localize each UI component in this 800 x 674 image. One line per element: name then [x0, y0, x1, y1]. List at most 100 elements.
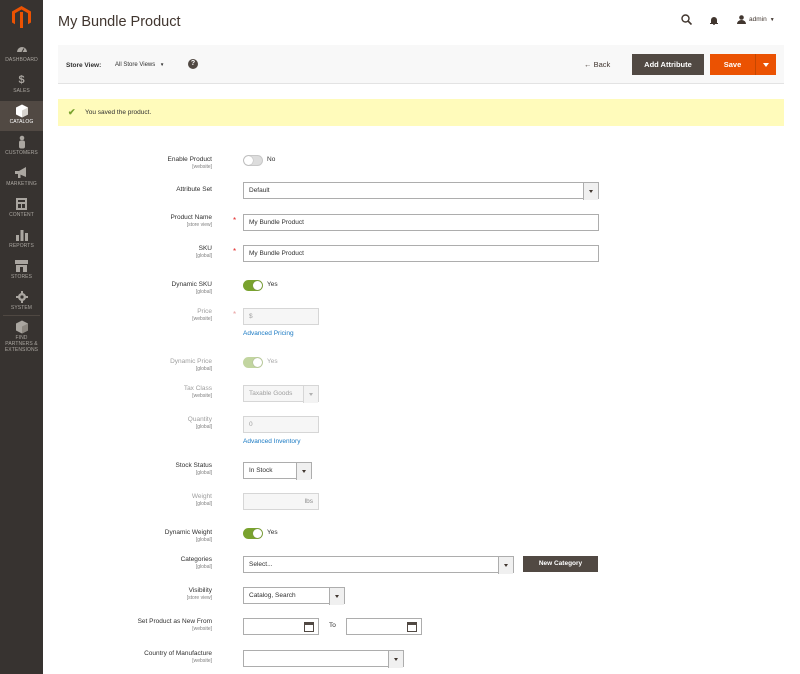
nav-customers[interactable]: CUSTOMERS — [0, 135, 43, 165]
nav-find-partners[interactable]: FIND PARTNERS & EXTENSIONS — [0, 320, 43, 353]
toggle-switch[interactable] — [243, 528, 263, 539]
chevron-down-icon — [296, 463, 311, 480]
nav-content[interactable]: CONTENT — [0, 197, 43, 227]
nav-dashboard[interactable]: DASHBOARD — [0, 42, 43, 72]
nav-reports[interactable]: REPORTS — [0, 228, 43, 258]
back-button[interactable]: ← Back — [584, 60, 610, 69]
admin-user-menu[interactable]: admin ▼ — [737, 15, 775, 24]
nav-label: CUSTOMERS — [5, 150, 38, 156]
help-icon[interactable]: ? — [188, 59, 198, 69]
nav-label: MARKETING — [6, 181, 37, 187]
nav-catalog[interactable]: CATALOG — [0, 101, 43, 131]
field-label: Country of Manufacture [website] — [144, 650, 212, 664]
nav-divider — [3, 315, 40, 316]
layout-icon — [16, 198, 27, 210]
price-input[interactable]: $ — [243, 308, 319, 325]
advanced-pricing-link[interactable]: Advanced Pricing — [243, 330, 294, 337]
toggle-switch[interactable] — [243, 280, 263, 291]
tax-class-select[interactable]: Taxable Goods — [243, 385, 319, 403]
dollar-icon: $ — [18, 74, 25, 86]
nav-label: SALES — [13, 88, 30, 94]
store-view-label: Store View: — [66, 62, 102, 69]
calendar-icon[interactable] — [304, 622, 314, 632]
box-icon — [15, 104, 28, 118]
visibility-select[interactable]: Catalog, Search — [243, 587, 345, 605]
categories-value: Select... — [249, 561, 273, 568]
field-label: Price [website] — [192, 308, 212, 322]
to-label: To — [329, 622, 336, 629]
toggle-value: Yes — [267, 529, 278, 536]
save-button[interactable]: Save — [710, 54, 755, 75]
product-name-input[interactable]: My Bundle Product — [243, 214, 599, 231]
bar-chart-icon — [15, 230, 28, 241]
attribute-set-select[interactable]: Default — [243, 182, 599, 200]
country-select[interactable] — [243, 650, 404, 668]
weight-unit: lbs — [304, 498, 313, 505]
user-icon — [737, 15, 746, 24]
field-label: Set Product as New From [website] — [137, 618, 212, 632]
cube-icon — [15, 320, 28, 334]
store-view-switcher[interactable]: All Store Views ▼ — [115, 62, 164, 68]
checkmark-icon: ✔ — [68, 107, 76, 117]
field-label: SKU [global] — [195, 245, 212, 259]
field-label: Quantity [global] — [187, 416, 212, 430]
search-icon[interactable] — [681, 14, 692, 25]
field-label: Dynamic Price [global] — [170, 358, 212, 372]
new-category-button[interactable]: New Category — [523, 556, 598, 572]
nav-label: DASHBOARD — [5, 57, 38, 63]
field-label: Attribute Set — [176, 186, 212, 193]
tax-class-value: Taxable Goods — [249, 390, 293, 397]
sku-input[interactable]: My Bundle Product — [243, 245, 599, 262]
nav-sales[interactable]: $ SALES — [0, 73, 43, 103]
page-title: My Bundle Product — [58, 14, 181, 30]
chevron-down-icon — [388, 651, 403, 668]
add-attribute-button[interactable]: Add Attribute — [632, 54, 704, 75]
gear-icon — [15, 291, 28, 303]
new-to-date-input[interactable] — [346, 618, 422, 635]
admin-sidebar: DASHBOARD $ SALES CATALOG CUSTOMERS MARK… — [0, 0, 43, 674]
store-view-value: All Store Views — [115, 62, 156, 68]
toggle-switch[interactable] — [243, 155, 263, 166]
chevron-down-icon — [498, 557, 513, 574]
stock-status-select[interactable]: In Stock — [243, 462, 312, 480]
back-label: Back — [593, 60, 611, 69]
success-message-text: You saved the product. — [85, 109, 152, 116]
attribute-set-value: Default — [249, 187, 270, 194]
advanced-inventory-link[interactable]: Advanced Inventory — [243, 438, 300, 445]
nav-marketing[interactable]: MARKETING — [0, 166, 43, 196]
toggle-switch[interactable] — [243, 357, 263, 368]
field-label: Visibility [store view] — [186, 587, 212, 601]
calendar-icon[interactable] — [407, 622, 417, 632]
nav-label: CONTENT — [9, 212, 34, 218]
field-label: Categories [global] — [180, 556, 212, 570]
chevron-down-icon — [583, 183, 598, 200]
chevron-down-icon: ▼ — [159, 62, 165, 67]
chevron-down-icon: ▼ — [769, 16, 775, 23]
required-asterisk: * — [233, 247, 237, 256]
new-from-date-input[interactable] — [243, 618, 319, 635]
field-label: Enable Product [website] — [167, 156, 212, 170]
required-asterisk: * — [233, 310, 237, 319]
field-label: Tax Class [website] — [183, 385, 212, 399]
bell-icon[interactable] — [710, 16, 718, 25]
magento-logo[interactable] — [12, 6, 31, 28]
nav-stores[interactable]: STORES — [0, 259, 43, 289]
megaphone-icon — [15, 167, 26, 178]
chevron-down-icon — [303, 386, 318, 403]
field-label: Dynamic SKU [global] — [171, 281, 212, 295]
stock-status-value: In Stock — [249, 467, 273, 474]
nav-label: SYSTEM — [10, 305, 33, 311]
admin-username: admin — [749, 16, 767, 23]
store-icon — [15, 260, 28, 272]
field-label: Product Name [store view] — [170, 214, 212, 228]
nav-label: CATALOG — [9, 119, 34, 125]
success-message: ✔ You saved the product. — [58, 99, 784, 126]
save-options-dropdown[interactable] — [755, 54, 776, 75]
toggle-value: Yes — [267, 358, 278, 365]
categories-select[interactable]: Select... — [243, 556, 514, 574]
required-asterisk: * — [233, 216, 237, 225]
toggle-value: Yes — [267, 281, 278, 288]
weight-input[interactable]: lbs — [243, 493, 319, 510]
quantity-input[interactable]: 0 — [243, 416, 319, 433]
nav-label: FIND PARTNERS & EXTENSIONS — [4, 335, 39, 353]
